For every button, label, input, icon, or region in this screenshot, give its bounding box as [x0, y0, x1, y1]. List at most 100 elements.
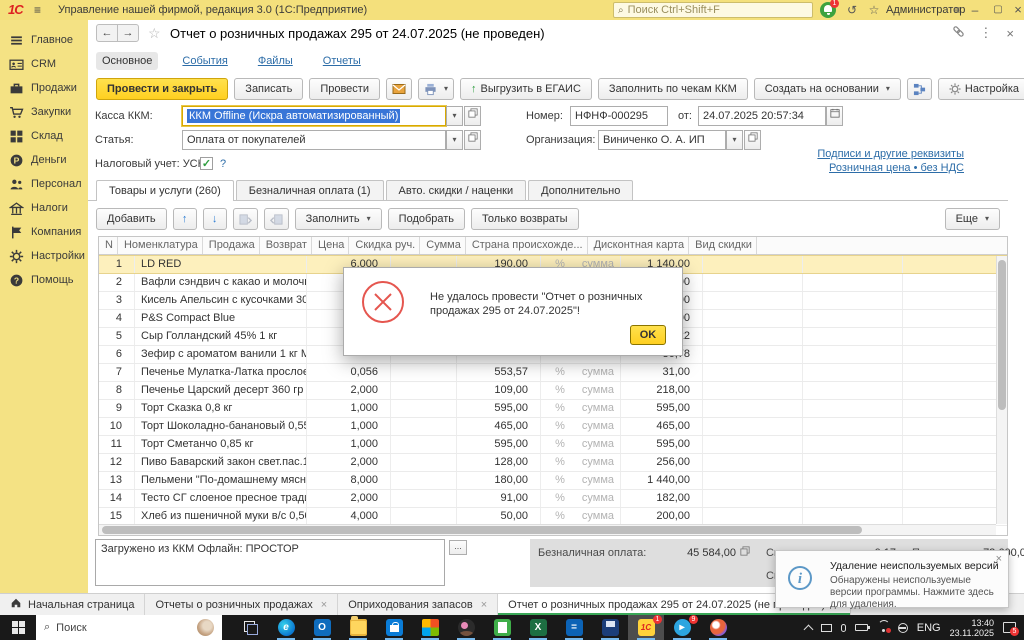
vertical-scrollbar[interactable]: [996, 256, 1007, 524]
sidebar-item[interactable]: Настройки: [0, 244, 88, 268]
taskbar-app-people[interactable]: [448, 615, 484, 640]
more-menu-icon[interactable]: ⋮: [979, 25, 992, 41]
sidebar-item[interactable]: Главное: [0, 28, 88, 52]
service-menu-icon[interactable]: ≡: [947, 1, 967, 19]
send-email-button[interactable]: [385, 78, 412, 100]
minimize-button[interactable]: –: [965, 1, 985, 19]
taskbar-app-explorer[interactable]: [340, 615, 376, 640]
column-header[interactable]: Страна происхожде...: [466, 237, 588, 254]
taskbar-app-telegram[interactable]: ▸ 9: [664, 615, 700, 640]
forward-button[interactable]: →: [117, 24, 139, 42]
sidebar-item[interactable]: Компания: [0, 220, 88, 244]
table-row[interactable]: 14 Тесто СГ слоеное пресное традици... 2…: [99, 490, 1007, 508]
table-row[interactable]: 13 Пельмени "По-домашнему мясные" ... 8,…: [99, 472, 1007, 490]
global-search-input[interactable]: ⌕ Поиск Ctrl+Shift+F: [613, 2, 813, 18]
table-row[interactable]: 9 Торт Сказка 0,8 кг 1,000 595,00 % сумма…: [99, 400, 1007, 418]
comment-expand-button[interactable]: ...: [449, 540, 467, 555]
unload-to-terminal-button[interactable]: [263, 208, 289, 230]
home-tab[interactable]: Начальная страница: [0, 594, 146, 615]
number-field[interactable]: НФНФ-000295: [570, 106, 668, 126]
close-tab-icon[interactable]: ×: [321, 599, 327, 611]
taskbar-app-store[interactable]: [376, 615, 412, 640]
pick-button[interactable]: Подобрать: [387, 208, 466, 230]
taskbar-app-paint[interactable]: [700, 615, 736, 640]
organization-open-icon[interactable]: [744, 130, 761, 150]
grid-more-button[interactable]: Еще ▾: [944, 208, 1000, 230]
close-window-button[interactable]: ×: [1008, 1, 1024, 19]
table-row[interactable]: 11 Торт Сметанчо 0,85 кг 1,000 595,00 % с…: [99, 436, 1007, 454]
fill-by-kkm-checks-button[interactable]: Заполнить по чекам ККМ: [597, 78, 748, 100]
windows-search-input[interactable]: ⌕ Поиск: [36, 615, 222, 640]
battery-icon[interactable]: [854, 624, 870, 631]
sidebar-item[interactable]: Налоги: [0, 196, 88, 220]
save-button[interactable]: Записать: [234, 78, 304, 100]
nav-tab[interactable]: События: [176, 52, 233, 70]
table-row[interactable]: 12 Пиво Баварский закон свет.пас.1,15...…: [99, 454, 1007, 472]
returns-only-button[interactable]: Только возвраты: [471, 208, 579, 230]
network-icon[interactable]: [897, 622, 908, 633]
close-document-icon[interactable]: ×: [1006, 26, 1014, 41]
taskbar-app-m365[interactable]: [412, 615, 448, 640]
sidebar-item[interactable]: Персонал: [0, 172, 88, 196]
notifications-bell-icon[interactable]: 1: [820, 0, 839, 18]
window-tab[interactable]: Отчеты о розничных продажах ×: [145, 594, 339, 615]
taskbar-app-onec[interactable]: 1С 1: [628, 615, 664, 640]
history-icon[interactable]: ↺: [842, 1, 862, 19]
move-down-button[interactable]: ↓: [202, 208, 227, 230]
taskbar-app-greendoc[interactable]: [484, 615, 520, 640]
kkm-open-icon[interactable]: [464, 106, 481, 126]
taskbar-app-calc[interactable]: =: [556, 615, 592, 640]
post-and-close-button[interactable]: Провести и закрыть: [96, 78, 229, 100]
favorites-star-icon[interactable]: ☆: [864, 1, 884, 19]
column-header[interactable]: Цена: [312, 237, 350, 254]
action-center-icon[interactable]: 5: [1003, 622, 1019, 636]
taskbar-clock[interactable]: 13:40 23.11.2025: [950, 618, 994, 638]
column-header[interactable]: Вид скидки: [689, 237, 757, 254]
page-tab[interactable]: Безналичная оплата (1): [235, 180, 384, 201]
maximize-button[interactable]: ▢: [988, 1, 1008, 19]
wifi-icon[interactable]: [877, 623, 891, 633]
nav-tab[interactable]: Отчеты: [317, 52, 367, 70]
cashless-open-icon[interactable]: [740, 546, 750, 559]
post-button[interactable]: Провести: [309, 78, 380, 100]
kkm-field[interactable]: ККМ Offline (Искра автоматизированный): [182, 106, 446, 126]
favorite-star-icon[interactable]: ☆: [148, 25, 161, 42]
tray-expand-icon[interactable]: [803, 624, 814, 634]
close-tab-icon[interactable]: ×: [481, 599, 487, 611]
page-tab[interactable]: Авто. скидки / наценки: [385, 180, 527, 201]
move-up-button[interactable]: ↑: [172, 208, 197, 230]
nav-tab[interactable]: Основное: [96, 52, 159, 70]
taskbar-app-outlook[interactable]: O: [304, 615, 340, 640]
window-tab[interactable]: Оприходования запасов ×: [338, 594, 499, 615]
taskbar-app-excel[interactable]: X: [520, 615, 556, 640]
taskbar-app-edge[interactable]: e: [268, 615, 304, 640]
sidebar-item[interactable]: Продажи: [0, 76, 88, 100]
system-notification[interactable]: i Удаление неиспользуемых версий Обнаруж…: [775, 550, 1009, 610]
main-menu-icon[interactable]: ≡: [34, 3, 41, 17]
microphone-icon[interactable]: [840, 623, 846, 632]
sidebar-item[interactable]: ? Помощь: [0, 268, 88, 292]
load-from-terminal-button[interactable]: [232, 208, 258, 230]
taskbar-app-task-view[interactable]: [232, 615, 268, 640]
create-based-on-button[interactable]: Создать на основании ▾: [753, 78, 901, 100]
sidebar-item[interactable]: P Деньги: [0, 148, 88, 172]
column-header[interactable]: Возврат: [260, 237, 312, 254]
fill-button[interactable]: Заполнить ▾: [294, 208, 382, 230]
ok-button[interactable]: OK: [630, 325, 666, 345]
taskbar-app-floppy[interactable]: [592, 615, 628, 640]
article-dropdown-icon[interactable]: ▾: [446, 130, 463, 150]
usn-checkbox[interactable]: ✓: [200, 157, 213, 170]
kkm-dropdown-icon[interactable]: ▾: [446, 106, 463, 126]
settings-button[interactable]: Настройка: [937, 78, 1024, 100]
tax-help-link[interactable]: ?: [220, 158, 226, 170]
date-field[interactable]: 24.07.2025 20:57:34: [698, 106, 826, 126]
start-button[interactable]: [0, 615, 36, 640]
print-button[interactable]: ▾: [417, 78, 454, 100]
related-documents-button[interactable]: [906, 78, 932, 100]
table-row[interactable]: 8 Печенье Царский десерт 360 гр 2,000 10…: [99, 382, 1007, 400]
sidebar-item[interactable]: CRM: [0, 52, 88, 76]
organization-dropdown-icon[interactable]: ▾: [726, 130, 743, 150]
back-button[interactable]: ←: [96, 24, 118, 42]
display-icon[interactable]: [820, 623, 832, 632]
page-tab[interactable]: Товары и услуги (260): [96, 180, 234, 201]
